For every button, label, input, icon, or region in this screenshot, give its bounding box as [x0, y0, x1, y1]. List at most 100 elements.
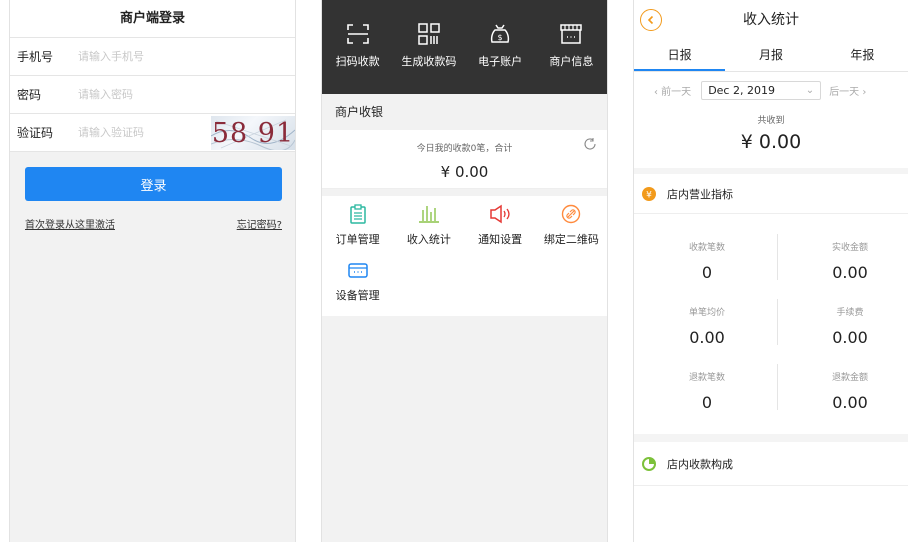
composition-section-header: 店内收款构成 [634, 442, 908, 486]
back-arrow-icon [647, 15, 654, 25]
pie-chart-icon [642, 456, 656, 471]
phone-label: 手机号 [17, 50, 54, 64]
metric-fee: 手续费 0.00 [780, 305, 908, 347]
metric-divider [777, 299, 778, 345]
tab-yearly[interactable]: 年报 [817, 40, 908, 71]
login-title: 商户端登录 [10, 0, 295, 38]
metric-refund-count: 退款笔数 0 [637, 370, 777, 412]
metrics-grid: 收款笔数 0 实收金额 0.00 单笔均价 0.00 手续费 0.00 退款笔数… [634, 214, 908, 434]
composition-body [634, 486, 908, 542]
income-stats-screen: 收入统计 日报 月报 年报 ‹ 前一天 Dec 2, 2019 ⌄ 后一天 › … [633, 0, 908, 542]
speaker-icon [490, 204, 510, 224]
bind-qrcode-label: 绑定二维码 [543, 233, 599, 246]
total-label: 共收到 [757, 116, 785, 126]
shop-icon [560, 24, 583, 44]
metric-value: 0.00 [832, 393, 868, 412]
date-value: Dec 2, 2019 [708, 83, 775, 97]
notification-settings-label: 通知设置 [478, 233, 523, 246]
bind-qrcode-button[interactable]: 绑定二维码 [536, 204, 607, 260]
function-grid: 订单管理 收入统计 通知设置 绑定二维码 设备管理 [322, 196, 607, 316]
cashier-section-title: 商户收银 [322, 94, 607, 130]
metric-value: 0.00 [832, 263, 868, 282]
metric-label: 单笔均价 [688, 308, 725, 318]
notification-settings-button[interactable]: 通知设置 [465, 204, 536, 260]
metric-value: 0.00 [832, 328, 868, 347]
phone-input[interactable] [64, 50, 295, 63]
refresh-icon[interactable] [583, 137, 597, 151]
e-account-button[interactable]: $ 电子账户 [466, 22, 534, 69]
e-account-label: 电子账户 [478, 55, 523, 68]
scan-pay-button[interactable]: 扫码收款 [324, 22, 392, 69]
captcha-label: 验证码 [17, 126, 54, 140]
back-button[interactable] [640, 9, 662, 31]
password-input[interactable] [64, 88, 295, 101]
money-bag-icon: $ [491, 24, 510, 43]
today-amount: ¥ 0.00 [440, 163, 489, 181]
metric-value: 0.00 [689, 328, 725, 347]
report-tabs: 日报 月报 年报 [634, 40, 908, 72]
metric-label: 实收金额 [831, 243, 868, 253]
merchant-info-label: 商户信息 [549, 55, 594, 68]
password-row: 密码 [10, 76, 295, 114]
phone-row: 手机号 [10, 38, 295, 76]
device-management-button[interactable]: 设备管理 [322, 260, 393, 316]
metric-average-price: 单笔均价 0.00 [637, 305, 777, 347]
forgot-password-link[interactable]: 忘记密码? [237, 216, 282, 231]
income-stats-label: 收入统计 [406, 233, 451, 246]
prev-day-button[interactable]: ‹ 前一天 [654, 83, 691, 98]
total-received: 共收到 ¥ 0.00 [634, 108, 908, 168]
metric-actual-amount: 实收金额 0.00 [780, 240, 908, 282]
metric-order-count: 收款笔数 0 [637, 240, 777, 282]
total-amount: ¥ 0.00 [740, 131, 802, 153]
stats-title: 收入统计 [743, 12, 799, 28]
tab-daily[interactable]: 日报 [634, 40, 726, 71]
stats-header: 收入统计 [634, 0, 908, 40]
clipboard-icon [349, 204, 366, 224]
composition-title: 店内收款构成 [667, 457, 733, 471]
metric-label: 收款笔数 [688, 243, 725, 253]
today-summary: 今日我的收款0笔，合计 ¥ 0.00 [322, 130, 607, 189]
order-management-button[interactable]: 订单管理 [322, 204, 393, 260]
yen-coin-icon: ¥ [642, 186, 656, 201]
password-label: 密码 [17, 88, 42, 102]
merchant-info-button[interactable]: 商户信息 [537, 22, 605, 69]
cashier-screen: 扫码收款 生成收款码 $ 电子账户 商户信息 商户收银 今日我的收款0笔，合计 … [321, 0, 608, 542]
captcha-row: 验证码 58 91 [10, 114, 295, 152]
date-bar: ‹ 前一天 Dec 2, 2019 ⌄ 后一天 › [634, 72, 908, 108]
device-management-label: 设备管理 [335, 289, 380, 302]
link-icon [562, 204, 581, 224]
metric-value: 0 [701, 263, 713, 282]
store-metrics-title: 店内营业指标 [667, 187, 733, 201]
metric-divider [777, 364, 778, 410]
date-select[interactable]: Dec 2, 2019 ⌄ [701, 80, 822, 100]
income-stats-button[interactable]: 收入统计 [393, 204, 464, 260]
generate-qrcode-label: 生成收款码 [401, 55, 457, 68]
metric-label: 退款笔数 [688, 373, 725, 383]
metric-label: 退款金额 [831, 373, 868, 383]
scan-pay-label: 扫码收款 [335, 55, 380, 68]
generate-qrcode-button[interactable]: 生成收款码 [395, 22, 463, 69]
qrcode-icon [418, 23, 440, 45]
bar-chart-icon [418, 206, 439, 223]
device-icon [347, 263, 368, 278]
svg-text:$: $ [498, 33, 503, 42]
metric-divider [777, 234, 778, 280]
today-note: 今日我的收款0笔，合计 [416, 144, 513, 154]
svg-text:¥: ¥ [646, 190, 652, 200]
login-links: 首次登录从这里激活 忘记密码? [10, 216, 295, 231]
login-button[interactable]: 登录 [25, 167, 282, 201]
captcha-text: 58 91 [211, 117, 295, 149]
metric-value: 0 [701, 393, 713, 412]
login-form: 手机号 密码 验证码 58 91 [10, 38, 295, 152]
login-screen: 商户端登录 手机号 密码 验证码 58 91 登录 首次登录从这 [9, 0, 296, 542]
metric-refund-amount: 退款金额 0.00 [780, 370, 908, 412]
store-metrics-section-header: ¥ 店内营业指标 [634, 174, 908, 214]
chevron-down-icon: ⌄ [805, 84, 815, 96]
activate-link[interactable]: 首次登录从这里激活 [25, 216, 115, 231]
order-management-label: 订单管理 [335, 233, 380, 246]
captcha-image[interactable]: 58 91 [211, 116, 295, 150]
scan-icon [346, 24, 369, 44]
next-day-button[interactable]: 后一天 › [829, 83, 866, 98]
metric-label: 手续费 [836, 308, 864, 318]
tab-monthly[interactable]: 月报 [725, 40, 816, 71]
